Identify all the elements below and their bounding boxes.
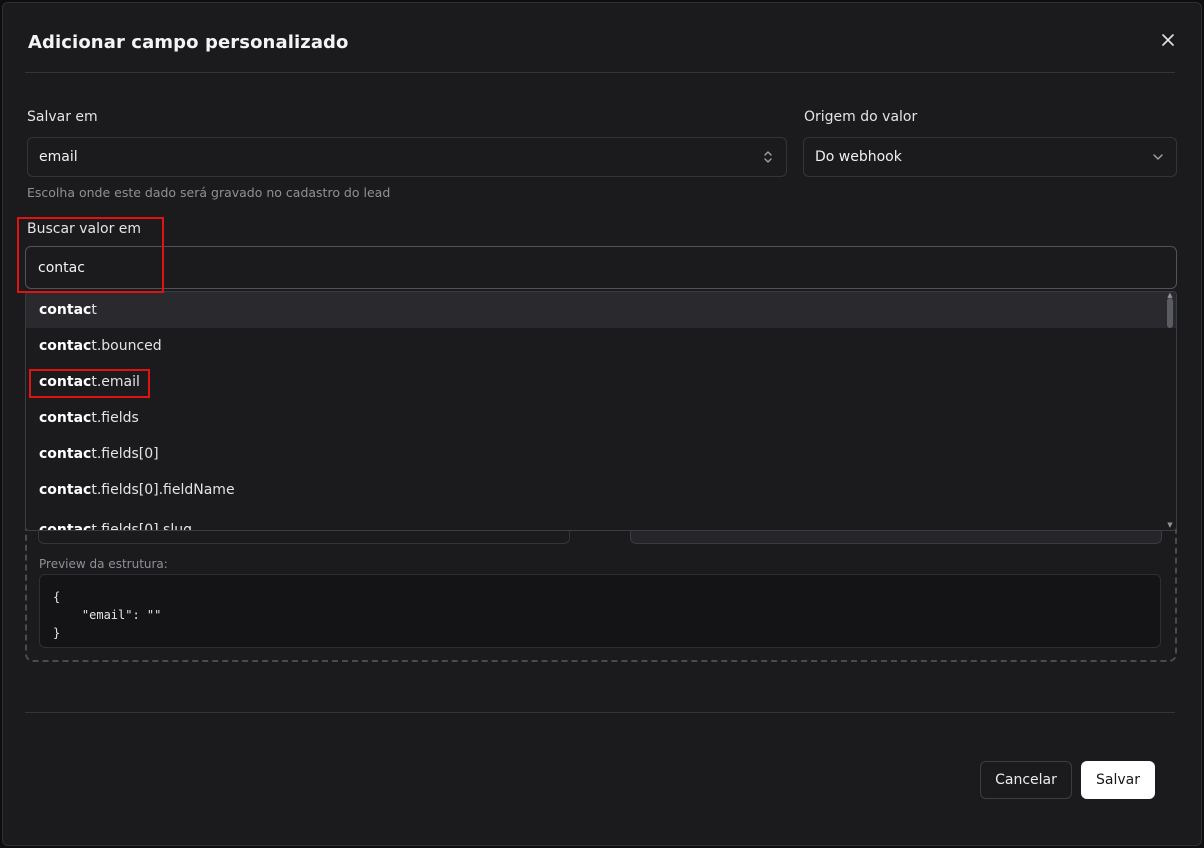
suggestion-rest: t.fields [91, 410, 139, 426]
scrollbar-thumb[interactable] [1167, 298, 1173, 328]
suggestion-rest: t.fields[0].slug [91, 522, 192, 531]
annotation-highlight-search-label [17, 217, 164, 293]
suggestion-item[interactable]: contac t [26, 292, 1176, 328]
value-origin-label: Origem do valor [804, 109, 918, 125]
suggestion-match: contac [39, 302, 92, 318]
suggestion-item[interactable]: contac t.fields[0].slug [26, 508, 1176, 531]
suggestion-item[interactable]: contac t.fields[0].fieldName [26, 472, 1176, 508]
footer-divider [25, 712, 1175, 713]
structure-preview: { "email": "" } [39, 574, 1161, 648]
suggestions-scrollbar[interactable]: ▲ ▼ [1164, 292, 1176, 530]
cancel-button[interactable]: Cancelar [980, 761, 1072, 799]
annotation-highlight-contact-email [29, 369, 150, 398]
save-to-label: Salvar em [27, 109, 98, 125]
suggestion-item[interactable]: contac t.bounced [26, 328, 1176, 364]
preview-line: } [53, 626, 61, 640]
suggestion-item[interactable]: contac t.fields [26, 400, 1176, 436]
suggestion-rest: t.fields[0] [91, 446, 159, 462]
preview-line: "email": "" [53, 608, 162, 622]
close-icon [1162, 34, 1174, 46]
scroll-down-arrow-icon[interactable]: ▼ [1167, 522, 1173, 529]
save-button[interactable]: Salvar [1081, 761, 1155, 799]
suggestion-match: contac [39, 446, 92, 462]
suggestion-match: contac [39, 482, 92, 498]
suggestion-item[interactable]: contac t.email [26, 364, 1176, 400]
value-origin-select[interactable]: Do webhook [803, 137, 1177, 177]
save-to-value: email [39, 149, 78, 165]
suggestion-rest: t [91, 302, 97, 318]
chevron-up-down-icon [764, 151, 772, 163]
suggestion-rest: t.bounced [91, 338, 162, 354]
save-to-hint: Escolha onde este dado será gravado no c… [27, 185, 391, 200]
search-input[interactable]: contac [25, 246, 1177, 289]
header-divider [25, 72, 1175, 73]
close-button[interactable] [1156, 28, 1180, 52]
suggestion-match: contac [39, 338, 92, 354]
suggestion-match: contac [39, 522, 92, 531]
chevron-down-icon [1153, 154, 1163, 160]
value-origin-value: Do webhook [815, 149, 902, 165]
suggestion-rest: t.fields[0].fieldName [91, 482, 235, 498]
save-to-select[interactable]: email [27, 137, 787, 177]
suggestion-match: contac [39, 410, 92, 426]
preview-label: Preview da estrutura: [39, 557, 168, 571]
suggestion-item[interactable]: contac t.fields[0] [26, 436, 1176, 472]
dialog-title: Adicionar campo personalizado [28, 32, 349, 53]
search-suggestions-list: contac t contac t.bounced contac t.email co… [25, 291, 1177, 531]
preview-line: { [53, 590, 61, 604]
